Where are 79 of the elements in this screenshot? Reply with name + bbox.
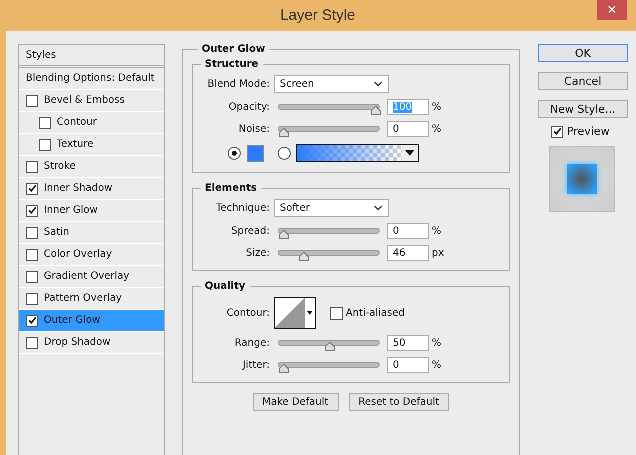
- group-title: Structure: [204, 59, 260, 70]
- field-label: Technique:: [215, 202, 270, 214]
- field-label: Blend Mode:: [206, 78, 270, 90]
- dialog-button[interactable]: OK: [538, 44, 628, 62]
- checkbox[interactable]: [26, 204, 38, 216]
- checkbox[interactable]: [26, 160, 38, 172]
- checkbox[interactable]: [26, 336, 38, 348]
- panel-button[interactable]: Make Default: [252, 393, 339, 411]
- unit-label: px: [432, 248, 444, 258]
- gradient-picker[interactable]: [296, 144, 419, 162]
- field-label: Noise:: [238, 124, 270, 134]
- slider-thumb[interactable]: [279, 230, 289, 239]
- sidebar-item[interactable]: Color Overlay: [44, 249, 112, 260]
- color-swatch[interactable]: [247, 144, 264, 162]
- checkbox[interactable]: [26, 292, 38, 304]
- sidebar-item[interactable]: Contour: [57, 117, 97, 128]
- styles-header[interactable]: Styles: [19, 45, 164, 68]
- unit-label: %: [432, 124, 442, 134]
- unit-label: %: [432, 102, 442, 112]
- chevron-icon: [374, 205, 383, 211]
- checkbox[interactable]: [26, 270, 38, 282]
- value-field[interactable]: 46: [387, 245, 429, 261]
- sidebar-item[interactable]: Bevel & Emboss: [44, 95, 125, 106]
- sidebar-item[interactable]: Gradient Overlay: [44, 271, 130, 282]
- sidebar-item[interactable]: Satin: [44, 227, 70, 238]
- radio-button[interactable]: [228, 146, 241, 160]
- checkbox[interactable]: [330, 306, 343, 320]
- unit-label: %: [432, 360, 442, 370]
- sidebar-item[interactable]: Blending Options: Default: [19, 68, 164, 90]
- glow-square-icon: [567, 164, 597, 194]
- field-label: Opacity:: [228, 102, 270, 112]
- dialog-button[interactable]: New Style...: [538, 100, 628, 118]
- contour-picker[interactable]: [274, 297, 316, 329]
- field-label: Range:: [234, 338, 270, 348]
- dropdown-arrow-icon: [405, 150, 415, 156]
- slider-thumb[interactable]: [279, 364, 289, 373]
- window-title: Layer Style: [280, 7, 356, 24]
- field-label: Contour:: [226, 308, 270, 318]
- sidebar-item[interactable]: Stroke: [44, 161, 76, 172]
- field-label: Spread:: [230, 226, 270, 236]
- slider-thumb[interactable]: [279, 128, 289, 137]
- sidebar-item[interactable]: Pattern Overlay: [44, 293, 122, 304]
- checkbox[interactable]: [26, 314, 38, 326]
- value-field[interactable]: 50: [387, 335, 429, 351]
- unit-label: %: [432, 338, 442, 348]
- sidebar-item[interactable]: Inner Glow: [44, 205, 98, 216]
- sidebar-item[interactable]: Texture: [57, 139, 94, 150]
- sidebar-item[interactable]: Outer Glow: [44, 315, 100, 326]
- checkbox-label: Anti-aliased: [346, 308, 406, 318]
- field-label: Jitter:: [242, 360, 270, 370]
- checkbox[interactable]: [39, 116, 51, 128]
- checkbox[interactable]: [551, 126, 563, 138]
- slider-thumb[interactable]: [371, 106, 381, 115]
- checkbox[interactable]: [39, 138, 51, 150]
- unit-label: %: [432, 226, 442, 236]
- slider-thumb[interactable]: [325, 342, 335, 351]
- group-title: Quality: [204, 281, 247, 292]
- panel-button[interactable]: Reset to Default: [348, 393, 450, 411]
- chevron-icon: [374, 81, 383, 87]
- dropdown[interactable]: Softer: [274, 199, 389, 217]
- sidebar-item[interactable]: Drop Shadow: [44, 337, 111, 348]
- checkbox[interactable]: [26, 226, 38, 238]
- value-field[interactable]: 0: [387, 121, 429, 137]
- dropdown-arrow-icon: [307, 311, 313, 315]
- checkbox[interactable]: [26, 182, 38, 194]
- dropdown[interactable]: Screen: [274, 75, 389, 93]
- field-label: Size:: [245, 248, 270, 258]
- slider-thumb[interactable]: [299, 252, 310, 261]
- group-title: Elements: [204, 183, 258, 194]
- checkbox[interactable]: [26, 248, 38, 260]
- checkbox-label: Preview: [567, 125, 610, 138]
- value-field[interactable]: 0: [387, 357, 429, 373]
- value-field[interactable]: 0: [387, 223, 429, 239]
- dialog-button[interactable]: Cancel: [538, 72, 628, 90]
- radio-button[interactable]: [278, 146, 291, 160]
- checkbox[interactable]: [26, 94, 38, 106]
- panel-title: Outer Glow: [201, 44, 266, 55]
- sidebar-item[interactable]: Inner Shadow: [44, 183, 113, 194]
- close-button[interactable]: ✕: [597, 0, 627, 20]
